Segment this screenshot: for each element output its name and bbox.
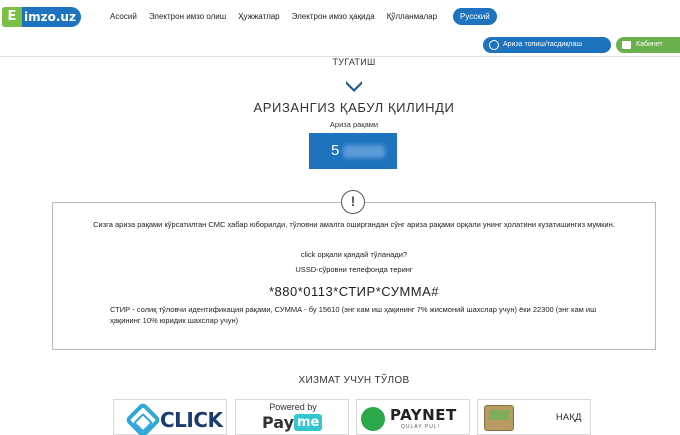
nav-item-manuals[interactable]: Қўлланмалар — [387, 10, 437, 24]
nav-item-home[interactable]: Асосий — [110, 10, 137, 24]
find-application-label: Ариза топиш/тасдиқлаш — [503, 41, 582, 48]
application-number-box: 5 — [309, 133, 397, 169]
cash-label: НАҚД — [556, 412, 582, 422]
paynet-logo-icon — [361, 407, 385, 431]
logo-text: imzo.uz — [24, 10, 76, 24]
lock-icon — [622, 41, 631, 49]
pay-click-button[interactable]: CLICK — [113, 399, 227, 435]
language-button[interactable]: Русский — [453, 8, 497, 25]
wallet-icon — [484, 405, 514, 431]
logo-mark: E — [2, 7, 22, 27]
application-accepted-heading: АРИЗАНГИЗ ҚАБУЛ ҚИЛИНДИ — [253, 100, 455, 115]
payme-logo-pay: Pay — [262, 413, 295, 432]
paynet-logo-text: PAYNET — [390, 406, 457, 424]
click-logo-icon — [124, 401, 162, 435]
search-icon — [489, 40, 499, 50]
exclamation-icon: ! — [341, 190, 365, 214]
pay-paynet-button[interactable]: PAYNET QULAY PUL! — [356, 399, 470, 435]
cabinet-button[interactable]: Кабинет — [616, 37, 680, 53]
ussd-code: *880*0113*СТИР*СУММА# — [268, 284, 440, 299]
sms-notice-text: Сизга ариза рақами кўрсатилган СМС хабар… — [93, 220, 615, 229]
top-navbar: E imzo.uz Асосий Электрон имзо олиш Ҳужж… — [0, 0, 680, 34]
chevron-down-icon — [346, 81, 362, 92]
redacted-number — [343, 145, 385, 158]
application-number-value: 5 — [331, 142, 340, 159]
main-nav: Асосий Электрон имзо олиш Ҳужжатлар Элек… — [110, 10, 449, 24]
pay-cash-button[interactable]: НАҚД — [477, 399, 591, 435]
nav-item-documents[interactable]: Ҳужжатлар — [238, 10, 279, 24]
payme-logo-me: me — [294, 414, 323, 431]
ussd-instruction: USSD-сўровни телефонда теринг — [295, 265, 413, 274]
nav-item-get-signature[interactable]: Электрон имзо олиш — [149, 10, 226, 24]
nav-item-about-signature[interactable]: Электрон имзо ҳақида — [292, 10, 375, 24]
pay-payme-button[interactable]: Powered by Pay me — [235, 399, 349, 435]
site-logo[interactable]: E imzo.uz — [2, 7, 81, 27]
payme-powered-by: Powered by — [269, 402, 317, 412]
payment-title: ХИЗМАТ УЧУН ТЎЛОВ — [298, 375, 410, 386]
find-application-button[interactable]: Ариза топиш/тасдиқлаш — [483, 37, 611, 53]
click-question-link[interactable]: click орқали қандай тўланади? — [0, 250, 680, 259]
cabinet-label: Кабинет — [636, 41, 663, 48]
application-number-label: Ариза рақами — [329, 120, 379, 129]
step-title: ТУГАТИШ — [332, 57, 376, 67]
ussd-legend: СТИР - солиқ тўловчи идентификация рақам… — [110, 305, 597, 325]
paynet-tagline: QULAY PUL! — [401, 424, 440, 430]
click-logo-text: CLICK — [160, 408, 223, 432]
